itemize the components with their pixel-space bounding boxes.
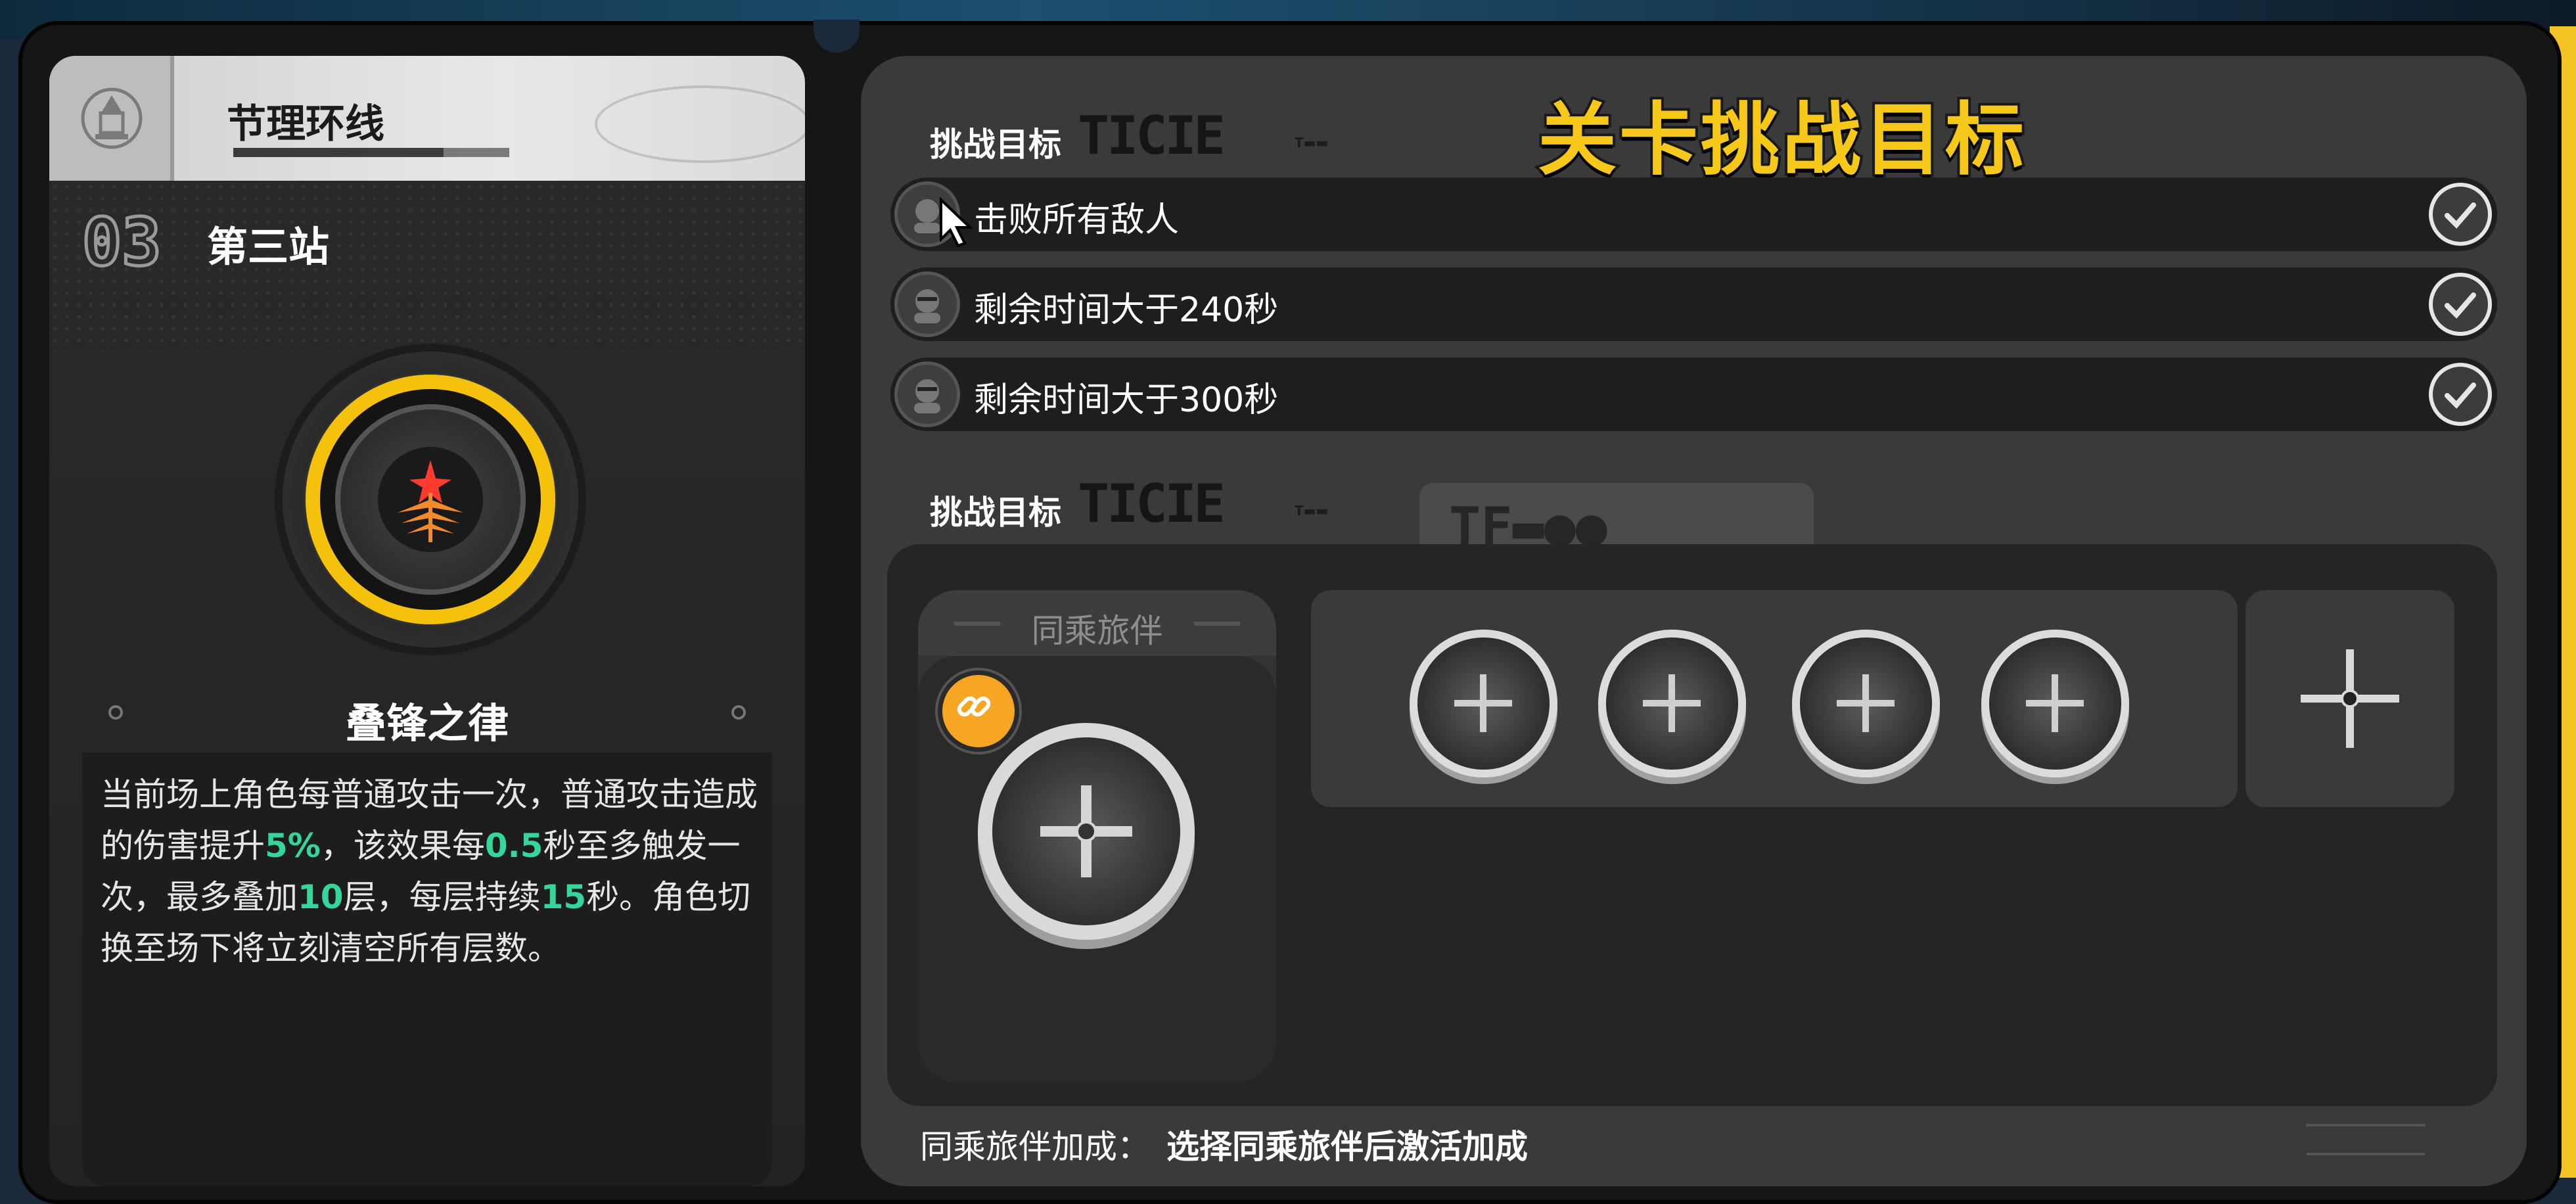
objective-row: 剩余时间大于300秒 (890, 358, 2497, 431)
partner-slot[interactable] (1410, 630, 1557, 777)
stage-info-card: 节理环线 03 第三站 叠锋之律 当前场上角色每普通攻击一次，普通攻击造成的伤害… (49, 56, 805, 1186)
mouse-cursor-icon (940, 197, 973, 248)
enemy-head-icon (894, 361, 960, 427)
empty-slot-icon (1643, 674, 1701, 732)
dot-pattern (49, 181, 805, 352)
chain-link-icon (938, 670, 1019, 752)
add-slot-button[interactable] (2245, 590, 2454, 807)
check-icon (2429, 183, 2492, 246)
route-icon-box (49, 56, 174, 181)
route-progress-bar (233, 148, 509, 157)
buff-title: 叠锋之律 (345, 699, 509, 747)
deco-dot (731, 705, 746, 720)
check-icon (2429, 273, 2492, 336)
deco-mark: T▬▬ (1295, 503, 1329, 519)
deco-word: TICIE (1078, 105, 1226, 166)
stage-medal (283, 352, 578, 647)
empty-slot-icon (1040, 785, 1132, 877)
section-label-objectives: 挑战目标 (930, 126, 1061, 164)
objective-text: 剩余时间大于240秒 (974, 290, 1279, 330)
objective-text: 击败所有敌人 (974, 200, 1180, 240)
partner-card-title: 同乘旅伴 (1031, 612, 1163, 650)
section-label-partner: 挑战目标 (930, 494, 1061, 532)
deco-word: TICIE (1078, 473, 1226, 534)
partner-slot-main[interactable] (978, 723, 1195, 940)
page-title: 关卡挑战目标 (1535, 92, 2027, 189)
flame-tree-icon (378, 447, 483, 552)
station-number: 03 (80, 202, 162, 283)
deco-mark: T▬▬ (1295, 135, 1329, 150)
objective-row: 击败所有敌人 (890, 177, 2497, 251)
route-header: 节理环线 (49, 56, 805, 181)
buff-panel: 叠锋之律 当前场上角色每普通攻击一次，普通攻击造成的伤害提升5%，该效果每0.5… (82, 674, 772, 1186)
buff-description: 当前场上角色每普通攻击一次，普通攻击造成的伤害提升5%，该效果每0.5秒至多触发… (101, 776, 758, 967)
partner-slot[interactable] (1981, 630, 2129, 777)
empty-slot-icon (2026, 674, 2084, 732)
enemy-head-icon (894, 271, 960, 337)
partner-bonus-label: 同乘旅伴加成： (920, 1128, 1150, 1166)
partner-slot[interactable] (1598, 630, 1746, 777)
bell-tower-icon (81, 87, 143, 149)
route-name: 节理环线 (227, 101, 384, 147)
empty-slot-icon (1837, 674, 1895, 732)
partner-slot[interactable] (1792, 630, 1940, 777)
corner-deco (2307, 1124, 2425, 1155)
station-name: 第三站 (207, 223, 330, 271)
objective-text: 剩余时间大于300秒 (974, 381, 1279, 420)
objective-row: 剩余时间大于240秒 (890, 267, 2497, 341)
empty-slot-icon (1454, 674, 1512, 732)
header-deco (595, 85, 805, 163)
partner-bonus-value: 选择同乘旅伴后激活加成 (1166, 1128, 1528, 1166)
plus-icon (2301, 649, 2399, 748)
check-icon (2429, 363, 2492, 426)
